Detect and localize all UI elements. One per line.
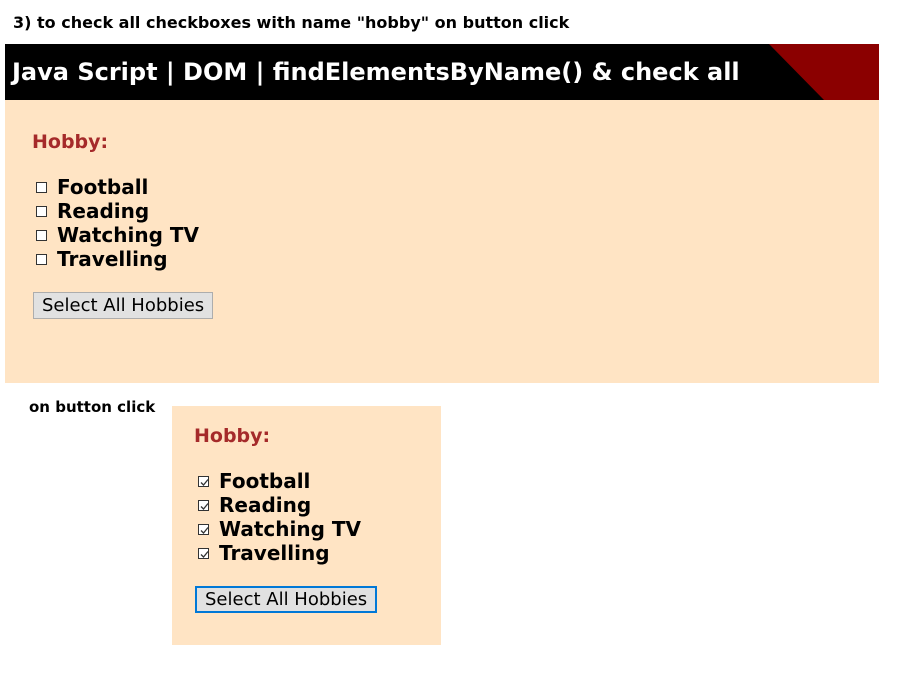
- hobby-item[interactable]: Reading: [36, 199, 199, 223]
- hobby-item[interactable]: Football: [198, 469, 361, 493]
- checkbox-watching-tv[interactable]: [36, 229, 47, 241]
- hobby-text: Football: [219, 469, 311, 493]
- banner-accent-shape: [769, 44, 879, 100]
- hobby-item[interactable]: Travelling: [36, 247, 199, 271]
- checkbox-reading-checked[interactable]: [198, 499, 209, 511]
- hobby-checkbox-list: Football Reading Watching TV Travelling: [36, 175, 199, 271]
- hobby-item[interactable]: Football: [36, 175, 199, 199]
- on-click-caption: on button click: [29, 398, 156, 416]
- hobby-item[interactable]: Reading: [198, 493, 361, 517]
- hobby-form-after: Hobby: Football Reading Watching TV Trav…: [172, 406, 441, 645]
- hobby-text: Watching TV: [57, 223, 199, 247]
- hobby-item[interactable]: Watching TV: [36, 223, 199, 247]
- hobby-form-before: Hobby: Football Reading Watching TV Trav…: [5, 100, 879, 383]
- checkbox-watching-tv-checked[interactable]: [198, 523, 209, 535]
- select-all-hobbies-button[interactable]: Select All Hobbies: [33, 292, 214, 319]
- hobby-text: Watching TV: [219, 517, 361, 541]
- hobby-checkbox-list: Football Reading Watching TV Travelling: [198, 469, 361, 565]
- hobby-text: Football: [57, 175, 149, 199]
- hobby-item[interactable]: Travelling: [198, 541, 361, 565]
- select-all-hobbies-button-focused[interactable]: Select All Hobbies: [195, 586, 378, 613]
- checkmark-icon: [200, 550, 209, 558]
- hobby-text: Reading: [57, 199, 150, 223]
- checkbox-football[interactable]: [36, 181, 47, 193]
- checkbox-travelling[interactable]: [36, 253, 47, 265]
- hobby-text: Travelling: [219, 541, 330, 565]
- hobby-label: Hobby:: [194, 425, 271, 447]
- checkbox-football-checked[interactable]: [198, 475, 209, 487]
- hobby-text: Travelling: [57, 247, 168, 271]
- checkmark-icon: [200, 478, 209, 486]
- banner-title: Java Script | DOM | findElementsByName()…: [12, 58, 740, 86]
- hobby-label: Hobby:: [32, 131, 109, 153]
- checkmark-icon: [200, 526, 209, 534]
- instruction-caption: 3) to check all checkboxes with name "ho…: [13, 13, 570, 32]
- hobby-text: Reading: [219, 493, 312, 517]
- checkmark-icon: [200, 502, 209, 510]
- checkbox-travelling-checked[interactable]: [198, 547, 209, 559]
- hobby-item[interactable]: Watching TV: [198, 517, 361, 541]
- checkbox-reading[interactable]: [36, 205, 47, 217]
- page-banner: Java Script | DOM | findElementsByName()…: [5, 44, 879, 100]
